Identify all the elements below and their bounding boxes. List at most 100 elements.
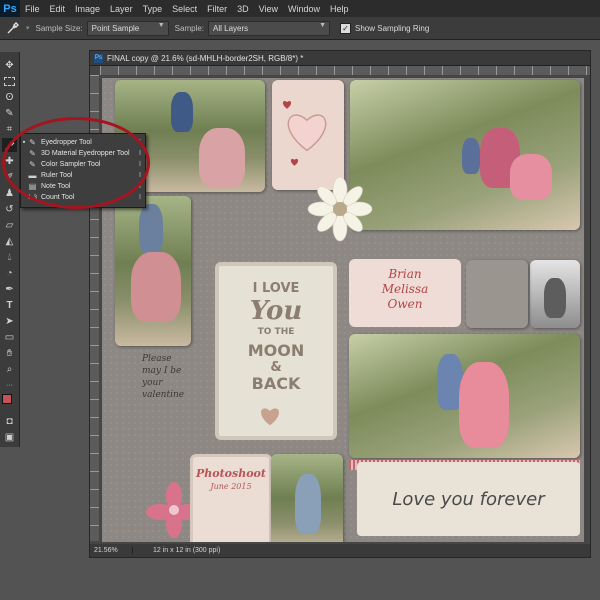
- heart-icon: [261, 408, 279, 426]
- tools-panel: ✥ ʘ ✎ ⌗ ✚ ✐ ♟ ↺ ▱ ◭ 💧︎ ◔ ✒ T ➤ ▭ ✋︎ ⌕ ··…: [0, 52, 20, 447]
- quote-line-6: BACK: [251, 374, 301, 393]
- ps-document-icon: Ps: [94, 53, 103, 63]
- quote-line-5: &: [270, 360, 282, 375]
- photo-black-and-white: [530, 260, 580, 328]
- name-1: Brian: [388, 267, 422, 281]
- pen-tool-icon[interactable]: ✒: [2, 282, 17, 296]
- document-window: Ps FINAL copy @ 21.6% (sd-MHLH-border2SH…: [89, 50, 591, 558]
- heart-card: [272, 80, 344, 190]
- adult-figure: [459, 362, 509, 448]
- menu-filter[interactable]: Filter: [202, 4, 232, 14]
- handwritten-line-3: your: [142, 378, 163, 388]
- shortcut-key: I: [139, 194, 141, 201]
- menu-bar: Ps File Edit Image Layer Type Select Fil…: [0, 0, 600, 17]
- document-info: 12 in x 12 in (300 ppi): [153, 547, 221, 554]
- paint-bucket-tool-icon[interactable]: ◭: [2, 234, 17, 248]
- love-quote-card: I LOVE You TO THE MOON & BACK: [215, 262, 337, 440]
- names-card: Brian Melissa Owen: [349, 259, 461, 327]
- handwritten-line-1: Please: [142, 354, 172, 364]
- name-2: Melissa: [381, 282, 429, 296]
- child-figure: [462, 138, 480, 174]
- canvas[interactable]: I LOVE You TO THE MOON & BACK Brian Meli…: [102, 78, 584, 542]
- hand-tool-icon[interactable]: ✋︎: [2, 346, 17, 360]
- handwritten-tag: Please may I be your valentine: [142, 353, 198, 419]
- adult-figure: [199, 128, 245, 188]
- path-selection-tool-icon[interactable]: ➤: [2, 314, 17, 328]
- sample-select[interactable]: All Layers ▼: [208, 20, 331, 36]
- blur-tool-icon[interactable]: 💧︎: [2, 250, 17, 264]
- name-3: Owen: [387, 297, 423, 311]
- chevron-down-icon: ▼: [157, 21, 165, 29]
- quote-line-3: TO THE: [257, 327, 295, 337]
- lasso-tool-icon[interactable]: ʘ: [2, 90, 17, 104]
- photoshoot-date: June 2015: [210, 482, 252, 491]
- options-bar: ▾ Sample Size: Point Sample ▼ Sample: Al…: [0, 17, 600, 40]
- type-tool-icon[interactable]: T: [2, 298, 17, 312]
- photo-boy-standing: [271, 454, 343, 542]
- photo-dad-and-son: [115, 196, 191, 346]
- foreground-color-swatch[interactable]: [2, 394, 12, 404]
- menu-select[interactable]: Select: [167, 4, 202, 14]
- status-bar: 21.56% 12 in x 12 in (300 ppi): [90, 544, 590, 557]
- red-highlight-ellipse: [2, 117, 150, 209]
- wood-frame-ornament: [466, 260, 528, 328]
- tool-preset-chevron-icon[interactable]: ▾: [26, 24, 30, 32]
- show-sampling-ring-checkbox[interactable]: ✓: [340, 22, 352, 34]
- quick-selection-tool-icon[interactable]: ✎: [2, 106, 17, 120]
- menu-3d[interactable]: 3D: [232, 4, 254, 14]
- marquee-tool-icon[interactable]: [2, 74, 17, 88]
- photo-family-picnic: [350, 80, 580, 230]
- photoshoot-card: Photoshoot June 2015: [190, 454, 272, 542]
- child-figure: [139, 204, 163, 254]
- menu-help[interactable]: Help: [325, 4, 354, 14]
- sample-value: All Layers: [213, 23, 249, 33]
- crop-tool-icon[interactable]: ⌗: [2, 122, 17, 136]
- child-figure: [171, 92, 193, 132]
- sample-size-select[interactable]: Point Sample ▼: [86, 20, 169, 36]
- sample-size-value: Point Sample: [91, 23, 140, 33]
- menu-edit[interactable]: Edit: [45, 4, 71, 14]
- zoom-tool-icon[interactable]: ⌕: [2, 362, 17, 376]
- photoshoot-title: Photoshoot: [196, 467, 266, 480]
- more-tools-icon[interactable]: ···: [2, 378, 17, 392]
- adult-figure: [510, 154, 552, 200]
- child-figure: [295, 474, 321, 534]
- handwritten-line-2: may I be: [142, 366, 182, 376]
- dodge-tool-icon[interactable]: ◔: [2, 266, 17, 280]
- menu-layer[interactable]: Layer: [105, 4, 138, 14]
- menu-file[interactable]: File: [20, 4, 45, 14]
- zoom-level[interactable]: 21.56%: [90, 547, 133, 554]
- quote-line-2: You: [249, 296, 303, 326]
- menu-type[interactable]: Type: [138, 4, 168, 14]
- menu-image[interactable]: Image: [70, 4, 105, 14]
- menu-view[interactable]: View: [254, 4, 283, 14]
- heart-icon: [287, 114, 327, 152]
- document-tab[interactable]: Ps FINAL copy @ 21.6% (sd-MHLH-border2SH…: [90, 51, 590, 66]
- document-title: FINAL copy @ 21.6% (sd-MHLH-border2SH, R…: [107, 53, 304, 63]
- move-tool-icon[interactable]: ✥: [2, 58, 17, 72]
- quote-line-4: MOON: [247, 341, 305, 360]
- eraser-tool-icon[interactable]: ▱: [2, 218, 17, 232]
- daisy-flower-icon: [307, 176, 373, 242]
- chevron-down-icon: ▼: [319, 21, 327, 29]
- small-heart-icon: [290, 158, 299, 166]
- sample-label: Sample:: [174, 23, 205, 33]
- menu-window[interactable]: Window: [283, 4, 325, 14]
- handwritten-line-4: valentine: [142, 390, 185, 400]
- app-logo: Ps: [0, 0, 20, 17]
- child-figure: [544, 278, 566, 318]
- screen-mode-icon[interactable]: ▣: [2, 430, 17, 444]
- current-tool-eyedropper-icon[interactable]: [0, 17, 26, 39]
- quick-mask-icon[interactable]: ◘: [2, 414, 17, 428]
- history-brush-tool-icon[interactable]: ↺: [2, 202, 17, 216]
- adult-figure: [131, 252, 181, 322]
- forever-text: Love you forever: [392, 488, 545, 510]
- quote-line-1: I LOVE: [252, 281, 300, 296]
- show-sampling-ring-label: Show Sampling Ring: [355, 23, 430, 33]
- photo-mom-and-child: [349, 334, 580, 458]
- small-heart-icon: [282, 101, 292, 109]
- love-you-forever-card: Love you forever: [357, 462, 580, 536]
- sample-size-label: Sample Size:: [35, 23, 83, 33]
- horizontal-ruler[interactable]: [100, 66, 590, 75]
- rectangle-tool-icon[interactable]: ▭: [2, 330, 17, 344]
